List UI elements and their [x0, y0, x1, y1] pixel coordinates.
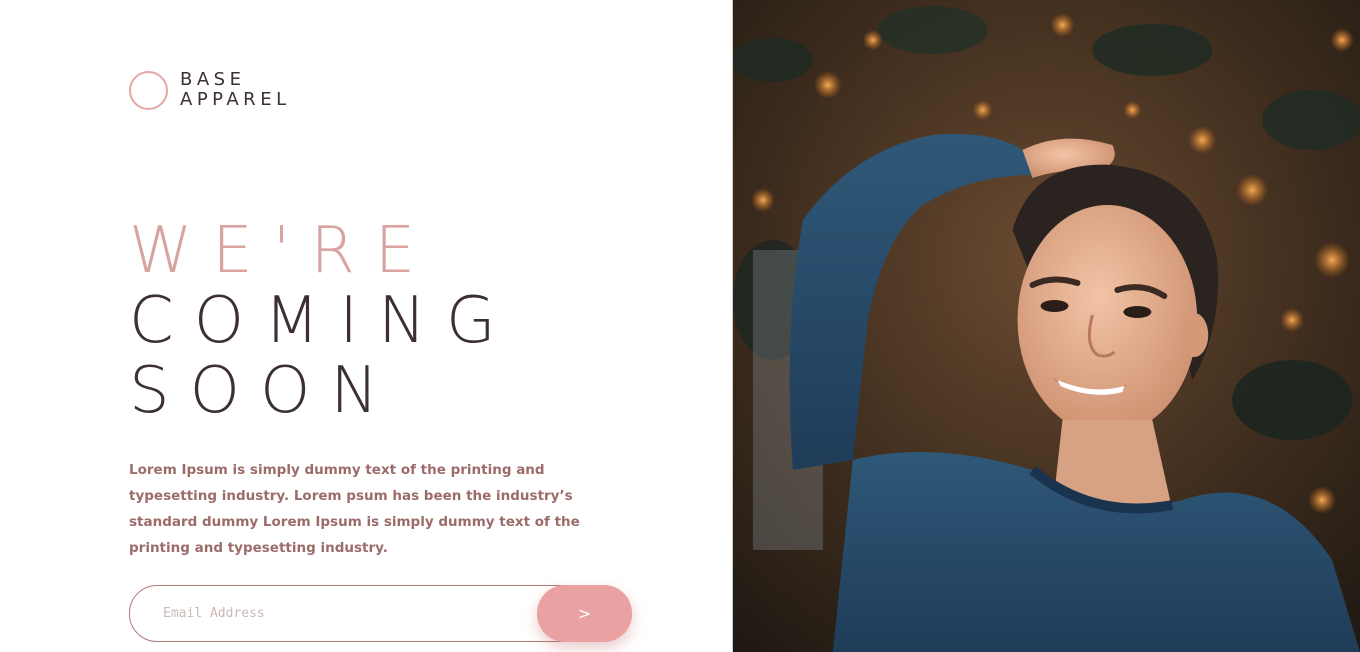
content-panel: BASE APPAREL WE'RE COMING SOON Lorem Ips… [0, 0, 732, 652]
description-text: Lorem Ipsum is simply dummy text of the … [129, 462, 580, 556]
headline-line-1: WE'RE [129, 214, 436, 288]
brand-line-1: BASE [180, 69, 246, 90]
email-form: > [129, 585, 632, 642]
email-input[interactable] [129, 585, 589, 642]
hero-image [732, 0, 1360, 652]
brand-name: BASE APPAREL [180, 70, 291, 110]
brand-logo: BASE APPAREL [129, 70, 291, 110]
headline-line-2: COMING [129, 284, 516, 358]
submit-button[interactable]: > [537, 585, 632, 642]
logo-circle-icon [129, 70, 168, 110]
headline-line-3: SOON [129, 354, 399, 428]
brand-line-2: APPAREL [180, 89, 291, 110]
portrait-photo-icon [733, 0, 1360, 652]
page-title: WE'RE COMING SOON [129, 216, 516, 426]
